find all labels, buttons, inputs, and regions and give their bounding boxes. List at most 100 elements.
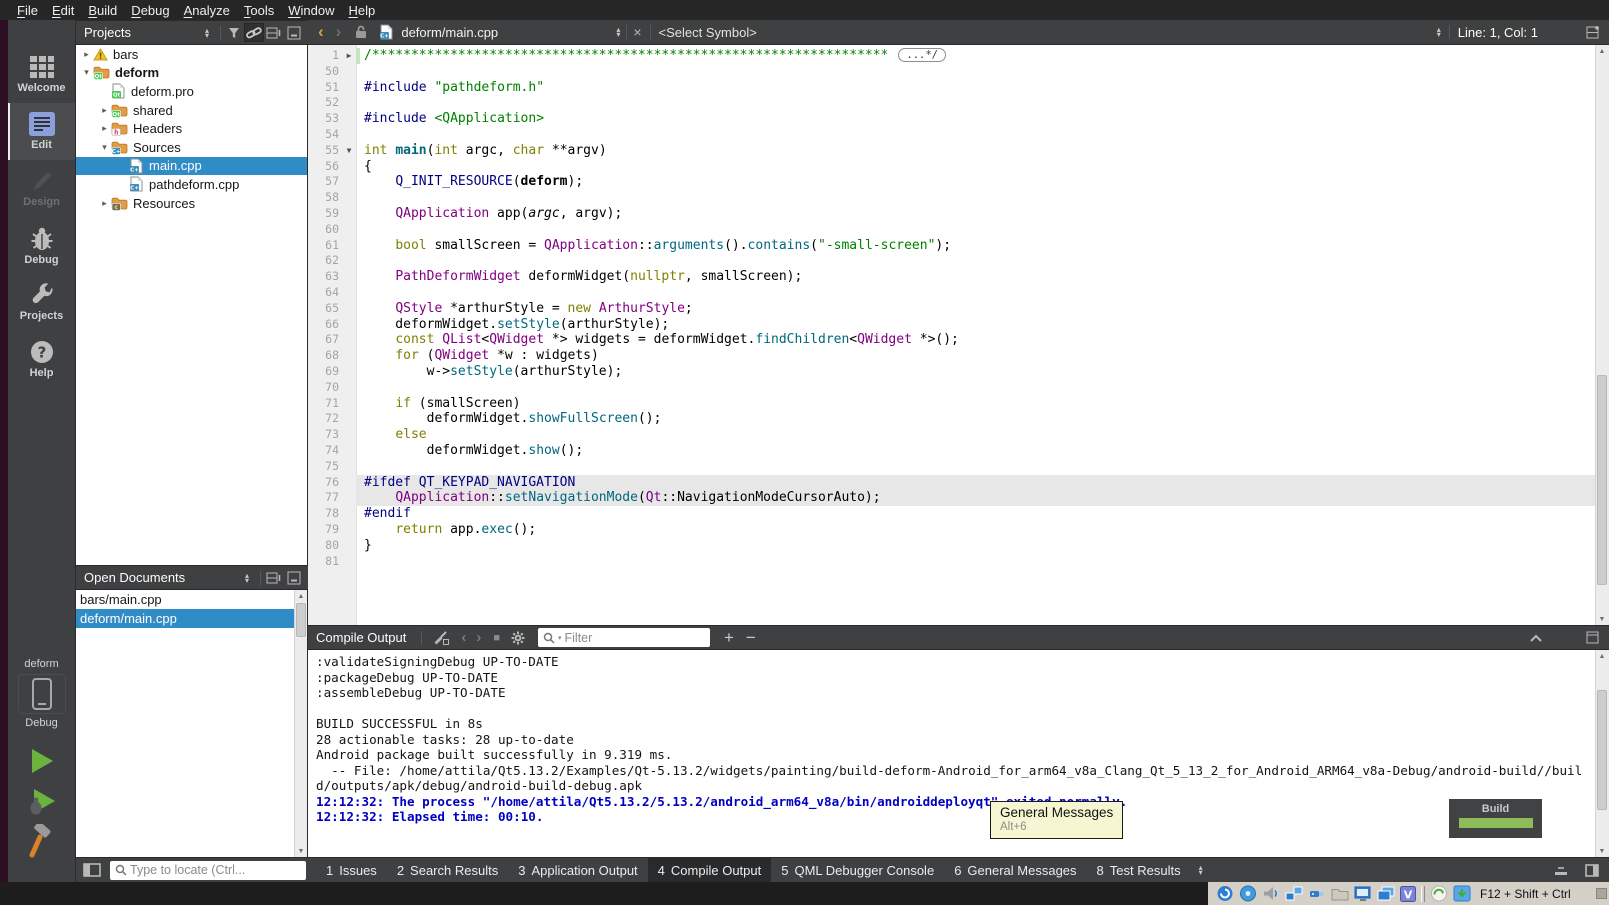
tree-item-headers[interactable]: ▸hHeaders [76,119,307,138]
code-line-74[interactable]: 74 deformWidget.show(); [308,443,1595,459]
code-line-77[interactable]: 77 QApplication::setNavigationMode(Qt::N… [308,490,1595,506]
line-number[interactable]: 77 [308,490,342,506]
code-line-63[interactable]: 63 PathDeformWidget deformWidget(nullptr… [308,269,1595,285]
output-filter[interactable]: ▾ [538,628,710,647]
mode-edit[interactable]: Edit [8,103,75,160]
output-tab-general-messages[interactable]: 6General Messages [944,858,1086,883]
code-line-64[interactable]: 64 [308,285,1595,301]
expand-arrow-icon[interactable]: ▸ [98,198,111,209]
split-panel-button[interactable] [264,568,284,587]
line-number[interactable]: 58 [308,190,342,206]
code-line-70[interactable]: 70 [308,380,1595,396]
code-line-57[interactable]: 57 Q_INIT_RESOURCE(deform); [308,174,1595,190]
line-number[interactable]: 50 [308,64,342,80]
combo-arrows-icon[interactable]: ▴▾ [1437,27,1441,37]
line-number[interactable]: 70 [308,380,342,396]
filter-button[interactable] [224,23,244,42]
mode-help[interactable]: ?Help [8,331,75,388]
line-number[interactable]: 55 [308,143,342,159]
code-line-50[interactable]: 50 [308,64,1595,80]
line-number[interactable]: 78 [308,506,342,522]
panel-combo-button[interactable]: ▴▾ [237,568,257,587]
mouse-capture-icon[interactable] [1430,885,1448,902]
run-button[interactable] [8,743,75,779]
line-number[interactable]: 72 [308,411,342,427]
line-number[interactable]: 79 [308,522,342,538]
code-line-53[interactable]: 53#include <QApplication> [308,111,1595,127]
output-tab-compile-output[interactable]: 4Compile Output [648,858,772,883]
menu-analyze[interactable]: Analyze [177,3,237,18]
line-number[interactable]: 51 [308,80,342,96]
displays-icon[interactable] [1377,885,1395,902]
split-panel-button[interactable] [264,23,284,42]
collapse-arrow-icon[interactable]: ▾ [98,142,111,153]
open-doc-deform-main-cpp[interactable]: deform/main.cpp [76,609,307,628]
code-line-61[interactable]: 61 bool smallScreen = QApplication::argu… [308,238,1595,254]
line-number[interactable]: 53 [308,111,342,127]
hdd-icon[interactable] [1216,885,1234,902]
go-forward-button[interactable]: › [336,22,342,42]
close-document-icon[interactable]: × [633,24,641,40]
line-number[interactable]: 66 [308,317,342,333]
toggle-right-sidebar-icon[interactable] [1585,864,1599,877]
mode-debug[interactable]: Debug [8,217,75,274]
keyboard-capture-icon[interactable] [1453,885,1471,902]
menu-debug[interactable]: Debug [124,3,176,18]
menu-help[interactable]: Help [341,3,382,18]
close-panel-button[interactable] [284,568,304,587]
menu-edit[interactable]: Edit [45,3,81,18]
locate-input[interactable] [130,863,290,877]
split-editor-icon[interactable] [1586,25,1601,39]
cdrom-icon[interactable] [1239,885,1257,902]
scrollbar-thumb[interactable] [296,603,306,637]
scroll-down-icon[interactable]: ▼ [1596,845,1608,857]
network-icon[interactable] [1285,885,1303,902]
close-panel-button[interactable] [284,23,304,42]
locate-box[interactable] [110,861,306,880]
code-line-79[interactable]: 79 return app.exec(); [308,522,1595,538]
symbol-selector[interactable]: <Select Symbol> [659,25,757,40]
code-line-51[interactable]: 51#include "pathdeform.h" [308,80,1595,96]
output-scrollbar[interactable]: ▲ ▼ [1595,650,1609,857]
code-line-80[interactable]: 80} [308,538,1595,554]
line-number[interactable]: 1 [308,48,342,64]
document-selector[interactable]: deform/main.cpp [401,25,616,40]
expand-arrow-icon[interactable]: ▸ [98,105,111,116]
expand-arrow-icon[interactable]: ▸ [80,49,93,60]
zoom-out-output-button[interactable]: − [746,629,756,646]
mode-projects[interactable]: Projects [8,274,75,331]
output-tab-qml-debugger-console[interactable]: 5QML Debugger Console [771,858,944,883]
line-number[interactable]: 81 [308,554,342,570]
code-line-65[interactable]: 65 QStyle *arthurStyle = new ArthurStyle… [308,301,1595,317]
menu-tools[interactable]: Tools [237,3,281,18]
code-line-68[interactable]: 68 for (QWidget *w : widgets) [308,348,1595,364]
virtualization-icon[interactable]: V [1400,886,1416,902]
tree-item-main-cpp[interactable]: C+main.cpp [76,157,307,176]
line-number[interactable]: 74 [308,443,342,459]
code-line-55[interactable]: 55▼int main(int argc, char **argv) [308,143,1595,159]
scrollbar-thumb[interactable] [1597,375,1607,585]
mode-welcome[interactable]: Welcome [8,46,75,103]
line-number[interactable]: 59 [308,206,342,222]
toggle-left-sidebar-button[interactable] [82,861,102,880]
scroll-down-icon[interactable]: ▼ [295,845,307,857]
code-line-58[interactable]: 58 [308,190,1595,206]
chevron-down-icon[interactable]: ▾ [558,634,562,642]
clear-output-button[interactable] [431,628,451,647]
tree-item-resources[interactable]: ▸¢Resources [76,194,307,213]
open-documents-scrollbar[interactable]: ▲ ▼ [294,590,307,857]
line-number[interactable]: 63 [308,269,342,285]
sync-with-editor-button[interactable] [244,23,264,42]
scroll-up-icon[interactable]: ▲ [295,590,307,602]
code-line-62[interactable]: 62 [308,253,1595,269]
output-tab-issues[interactable]: 1Issues [316,858,387,883]
editor-scrollbar[interactable]: ▲ ▼ [1595,45,1609,625]
scrollbar-thumb[interactable] [1597,690,1607,810]
build-button[interactable] [8,823,75,859]
code-line-78[interactable]: 78#endif [308,506,1595,522]
fold-marker-collapsed-icon[interactable]: ▶ [342,48,356,64]
code-line-81[interactable]: 81 [308,554,1595,570]
code-line-72[interactable]: 72 deformWidget.showFullScreen(); [308,411,1595,427]
go-back-button[interactable]: ‹ [318,22,324,42]
maximize-pane-icon[interactable] [1586,631,1599,644]
